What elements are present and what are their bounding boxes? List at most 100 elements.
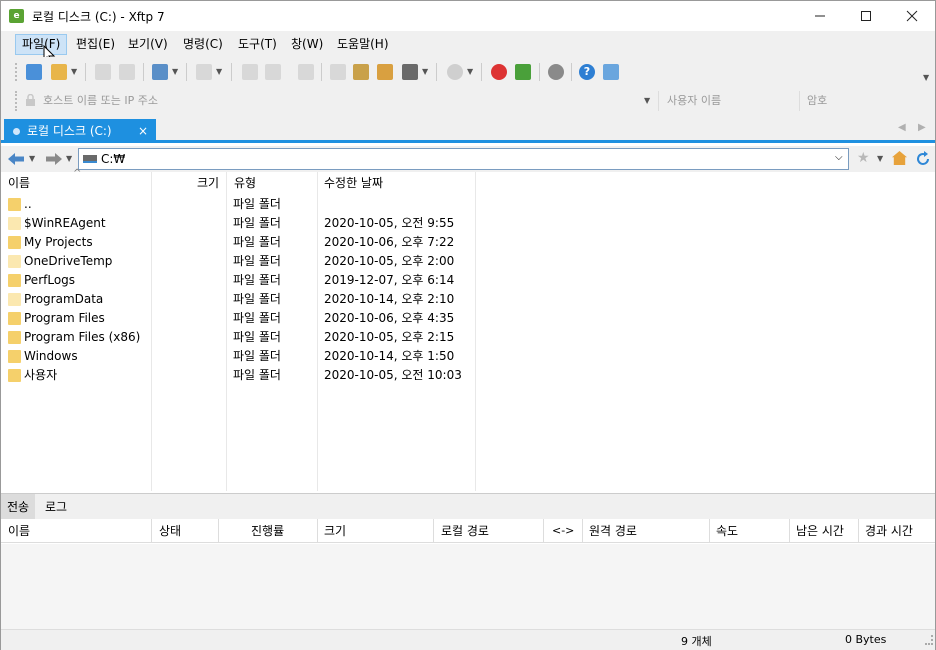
bottom-tab-strip: 전송 로그 xyxy=(1,493,935,520)
path-value: C:₩ xyxy=(101,152,126,166)
path-input[interactable]: C:₩ ⌵ xyxy=(78,148,849,170)
file-row[interactable]: PerfLogs 파일 폴더 2019-12-07, 오후 6:14 xyxy=(1,271,476,290)
help-icon[interactable]: ? xyxy=(579,64,595,80)
menu-file[interactable]: 파일(F) xyxy=(15,34,68,55)
new-folder-icon[interactable] xyxy=(377,64,393,80)
column-divider xyxy=(543,519,544,543)
paste-file-icon[interactable] xyxy=(265,64,281,80)
disconnect-icon[interactable] xyxy=(119,64,135,80)
lock-icon xyxy=(26,94,35,106)
file-type: 파일 폴더 xyxy=(233,254,281,268)
file-type: 파일 폴더 xyxy=(233,311,281,325)
column-header-name[interactable]: 이름 xyxy=(8,172,30,194)
tab-scroll-right-icon[interactable]: ▶ xyxy=(918,122,926,133)
new-session-icon[interactable] xyxy=(26,64,42,80)
xftp-icon[interactable] xyxy=(515,64,531,80)
transfer-col-remote-path[interactable]: 원격 경로 xyxy=(589,519,637,543)
tab-transfer[interactable]: 전송 xyxy=(1,494,36,520)
file-row[interactable]: Windows 파일 폴더 2020-10-14, 오후 1:50 xyxy=(1,347,476,366)
menu-window[interactable]: 창(W) xyxy=(285,34,329,55)
file-row[interactable]: 사용자 파일 폴더 2020-10-05, 오전 10:03 xyxy=(1,366,476,385)
tab-label: 로컬 디스크 (C:) xyxy=(27,124,112,138)
terminal-dropdown-icon[interactable]: ▼ xyxy=(216,67,222,76)
back-arrow-icon[interactable] xyxy=(7,152,25,166)
transfer-col-size[interactable]: 크기 xyxy=(324,519,346,543)
status-total-size: 0 Bytes xyxy=(845,633,887,646)
terminal-icon[interactable] xyxy=(196,64,212,80)
file-row[interactable]: Program Files 파일 폴더 2020-10-06, 오후 4:35 xyxy=(1,309,476,328)
minimize-button[interactable] xyxy=(797,1,843,31)
menu-command[interactable]: 명령(C) xyxy=(177,34,229,55)
back-dropdown-icon[interactable]: ▼ xyxy=(29,154,35,163)
session-dropdown-icon[interactable]: ▼ xyxy=(172,67,178,76)
open-folder-icon[interactable] xyxy=(51,64,67,80)
menu-view[interactable]: 보기(V) xyxy=(122,34,174,55)
menu-edit[interactable]: 편집(E) xyxy=(70,34,121,55)
menu-tools[interactable]: 도구(T) xyxy=(232,34,283,55)
transfer-col-status[interactable]: 상태 xyxy=(159,519,181,543)
column-header-type[interactable]: 유형 xyxy=(234,172,256,194)
open-dropdown-icon[interactable]: ▼ xyxy=(71,67,77,76)
bookmark-dropdown-icon[interactable]: ▼ xyxy=(877,154,883,163)
transfer-col-name[interactable]: 이름 xyxy=(8,519,30,543)
close-button[interactable] xyxy=(889,1,935,31)
file-row[interactable]: My Projects 파일 폴더 2020-10-06, 오후 7:22 xyxy=(1,233,476,252)
column-divider xyxy=(218,519,219,543)
folder-icon xyxy=(8,217,21,230)
transfer-col-elapsed[interactable]: 경과 시간 xyxy=(865,519,913,543)
path-dropdown-icon[interactable]: ⌵ xyxy=(835,152,843,163)
maximize-button[interactable] xyxy=(843,1,889,31)
view-mode-icon[interactable] xyxy=(402,64,418,80)
host-dropdown-icon[interactable]: ▼ xyxy=(644,96,650,105)
connect-icon[interactable] xyxy=(95,64,111,80)
status-indicator-icon[interactable] xyxy=(447,64,463,80)
folder-icon xyxy=(8,293,21,306)
file-row[interactable]: ProgramData 파일 폴더 2020-10-14, 오후 2:10 xyxy=(1,290,476,309)
file-modified: 2020-10-14, 오후 1:50 xyxy=(324,349,455,363)
username-input[interactable]: 사용자 이름 xyxy=(667,90,797,111)
forward-arrow-icon[interactable] xyxy=(45,152,63,166)
tab-local-disk[interactable]: 로컬 디스크 (C:) × xyxy=(4,119,156,143)
bookmark-star-icon[interactable]: ★ xyxy=(857,150,870,166)
password-input[interactable]: 암호 xyxy=(807,90,927,111)
column-header-size[interactable]: 크기 xyxy=(197,172,219,194)
transfer-col-speed[interactable]: 속도 xyxy=(716,519,738,543)
close-icon xyxy=(906,10,918,22)
resize-grip-icon[interactable] xyxy=(925,635,933,645)
file-row[interactable]: $WinREAgent 파일 폴더 2020-10-05, 오전 9:55 xyxy=(1,214,476,233)
menu-bar: 파일(F) 편집(E) 보기(V) 명령(C) 도구(T) 창(W) 도움말(H… xyxy=(1,31,935,64)
settings-gear-icon[interactable] xyxy=(548,64,564,80)
toolbar-separator xyxy=(481,63,482,81)
xftp-app-icon: e xyxy=(9,9,24,23)
tab-scroll-left-icon[interactable]: ◀ xyxy=(898,122,906,133)
xshell-icon[interactable] xyxy=(491,64,507,80)
transfer-icon[interactable] xyxy=(298,64,314,80)
tab-close-icon[interactable]: × xyxy=(138,119,148,143)
home-icon[interactable] xyxy=(892,151,907,165)
transfer-list[interactable] xyxy=(1,544,935,629)
file-row[interactable]: Program Files (x86) 파일 폴더 2020-10-05, 오후… xyxy=(1,328,476,347)
menu-help[interactable]: 도움말(H) xyxy=(331,34,395,55)
host-input[interactable]: 호스트 이름 또는 IP 주소 xyxy=(43,90,655,111)
folder-icon xyxy=(8,350,21,363)
transfer-col-local-path[interactable]: 로컬 경로 xyxy=(441,519,489,543)
copy-icon[interactable] xyxy=(330,64,346,80)
view-dropdown-icon[interactable]: ▼ xyxy=(422,67,428,76)
status-dropdown-icon[interactable]: ▼ xyxy=(467,67,473,76)
forward-dropdown-icon[interactable]: ▼ xyxy=(66,154,72,163)
paste-icon[interactable] xyxy=(353,64,369,80)
chat-bubble-icon[interactable] xyxy=(603,64,619,80)
transfer-col-remaining[interactable]: 남은 시간 xyxy=(796,519,844,543)
refresh-icon[interactable] xyxy=(915,151,931,167)
file-row[interactable]: OneDriveTemp 파일 폴더 2020-10-05, 오후 2:00 xyxy=(1,252,476,271)
file-row[interactable]: .. 파일 폴더 xyxy=(1,195,476,214)
toolbar-overflow-icon[interactable]: ▼ xyxy=(923,73,929,82)
tab-log[interactable]: 로그 xyxy=(39,494,73,520)
session-manager-icon[interactable] xyxy=(152,64,168,80)
copy-file-icon[interactable] xyxy=(242,64,258,80)
transfer-col-direction[interactable]: <-> xyxy=(552,519,574,543)
column-header-modified[interactable]: 수정한 날짜 xyxy=(324,172,383,194)
transfer-col-progress[interactable]: 진행률 xyxy=(251,519,284,543)
file-name: 사용자 xyxy=(24,368,58,382)
toolbar-separator xyxy=(143,63,144,81)
